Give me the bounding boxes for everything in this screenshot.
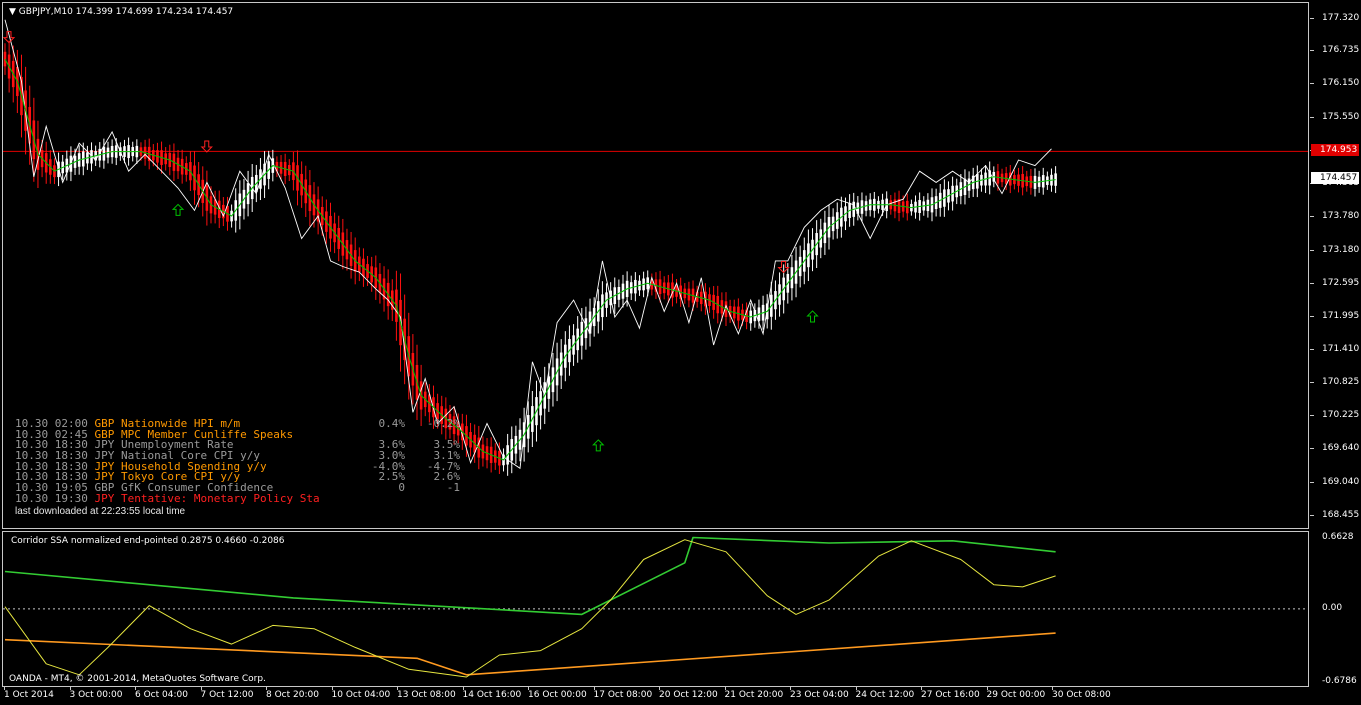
time-axis-label: 8 Oct 20:00 xyxy=(266,690,319,700)
price-axis-label: 170.225 xyxy=(1322,410,1360,421)
price-axis-label: 172.595 xyxy=(1322,277,1360,288)
news-forecast: -1 xyxy=(446,481,460,495)
news-time: 10.30 19:30 xyxy=(15,491,95,505)
time-axis-label: 27 Oct 16:00 xyxy=(921,690,980,700)
time-axis-label: 21 Oct 20:00 xyxy=(724,690,784,700)
price-axis-label: 173.780 xyxy=(1322,211,1360,222)
time-axis-label: 20 Oct 12:00 xyxy=(659,690,718,700)
time-axis: 1 Oct 2014 3 Oct 00:00 6 Oct 04:00 7 Oct 12… xyxy=(2,687,1309,705)
news-actual: 0.4% xyxy=(378,417,406,430)
price-axis-label: 171.995 xyxy=(1322,311,1360,322)
time-axis-label: 24 Oct 12:00 xyxy=(855,690,915,700)
sell-arrow-icon xyxy=(200,140,213,153)
price-axis-label: 177.320 xyxy=(1322,12,1360,23)
copyright-text: OANDA - MT4, © 2001-2014, MetaQuotes Sof… xyxy=(9,674,266,684)
price-axis-tick xyxy=(1310,216,1314,218)
buy-arrow-icon xyxy=(806,310,819,323)
time-axis-label: 29 Oct 00:00 xyxy=(986,690,1046,700)
news-forecast: -0.2% xyxy=(426,417,460,430)
indicator-pane[interactable]: Corridor SSA normalized end-pointed 0.28… xyxy=(2,531,1309,687)
price-axis-tick xyxy=(1310,316,1314,318)
price-axis-tick xyxy=(1310,249,1314,251)
time-axis-label: 16 Oct 00:00 xyxy=(528,690,587,700)
price-axis-tick xyxy=(1310,116,1314,118)
time-axis-label: 23 Oct 04:00 xyxy=(790,690,849,700)
price-axis-label: 176.735 xyxy=(1322,45,1360,56)
level-price-tag: 174.953 xyxy=(1311,144,1359,157)
time-axis-label: 3 Oct 00:00 xyxy=(69,690,123,700)
news-actual: 0 xyxy=(398,481,405,495)
price-axis-label: 175.550 xyxy=(1322,111,1360,122)
price-axis-label: 169.040 xyxy=(1322,476,1360,487)
price-axis-tick xyxy=(1310,448,1314,450)
time-axis-label: 10 Oct 04:00 xyxy=(331,690,391,700)
bid-price-tag: 174.457 xyxy=(1311,172,1359,185)
time-axis-label: 6 Oct 04:00 xyxy=(135,690,188,700)
indicator-green-line xyxy=(4,536,1056,616)
time-axis-label: 13 Oct 08:00 xyxy=(397,690,456,700)
time-axis-label: 14 Oct 16:00 xyxy=(462,690,522,700)
chart-menu-triangle-icon[interactable]: ▼ xyxy=(9,7,19,17)
indicator-axis-label: 0.00 xyxy=(1322,602,1343,613)
price-overlay-line xyxy=(4,19,1052,470)
time-axis-label: 7 Oct 12:00 xyxy=(200,690,254,700)
time-axis-label: 30 Oct 08:00 xyxy=(1052,690,1111,700)
price-axis-tick xyxy=(1310,514,1314,516)
indicator-header: Corridor SSA normalized end-pointed 0.28… xyxy=(11,536,285,546)
price-axis-label: 169.640 xyxy=(1322,443,1360,454)
time-axis-label: 17 Oct 08:00 xyxy=(593,690,653,700)
candles-group xyxy=(3,40,1057,476)
price-axis-label: 173.180 xyxy=(1322,244,1360,255)
ssa-trend-line xyxy=(4,58,1056,461)
price-axis-tick xyxy=(1310,349,1314,351)
chart-header-text: GBPJPY,M10 174.399 174.699 174.234 174.4… xyxy=(18,7,234,17)
chart-header: ▼ GBPJPY,M10 174.399 174.699 174.234 174… xyxy=(9,7,233,17)
indicator-yellow-line xyxy=(4,539,1056,678)
time-axis-label: 1 Oct 2014 xyxy=(4,690,54,700)
indicator-axis: 0.6628 0.00 -0.6786 xyxy=(1310,531,1361,687)
indicator-orange-line xyxy=(4,632,1056,676)
news-event: JPY Tentative: Monetary Policy Sta xyxy=(94,491,320,505)
price-chart-pane[interactable]: ▼ GBPJPY,M10 174.399 174.699 174.234 174… xyxy=(2,2,1309,529)
indicator-svg xyxy=(3,536,1308,678)
price-axis-label: 171.410 xyxy=(1322,344,1360,355)
indicator-axis-label: -0.6786 xyxy=(1322,676,1357,686)
candle-body xyxy=(3,51,7,67)
news-panel: 10.30 02:00 GBP Nationwide HPI m/m 0.4% -0… xyxy=(15,418,460,517)
price-axis-tick xyxy=(1310,381,1314,383)
price-axis-tick xyxy=(1310,415,1314,417)
price-axis-tick xyxy=(1310,481,1314,483)
price-axis-tick xyxy=(1310,50,1314,52)
price-axis-label: 168.455 xyxy=(1322,509,1360,520)
news-footer: last downloaded at 22:23:55 local time xyxy=(15,505,186,517)
price-axis-tick xyxy=(1310,17,1314,19)
buy-arrow-icon xyxy=(592,439,605,452)
indicator-axis-label: 0.6628 xyxy=(1322,532,1354,542)
price-axis-label: 176.150 xyxy=(1322,78,1360,89)
price-axis-label: 170.825 xyxy=(1322,376,1360,387)
price-axis: 177.320176.735176.150175.550174.965174.3… xyxy=(1310,2,1361,529)
price-axis-tick xyxy=(1310,282,1314,284)
buy-arrow-icon xyxy=(171,203,185,216)
price-axis-tick xyxy=(1310,83,1314,85)
news-row: 10.30 19:30 JPY Tentative: Monetary Poli… xyxy=(15,491,320,505)
